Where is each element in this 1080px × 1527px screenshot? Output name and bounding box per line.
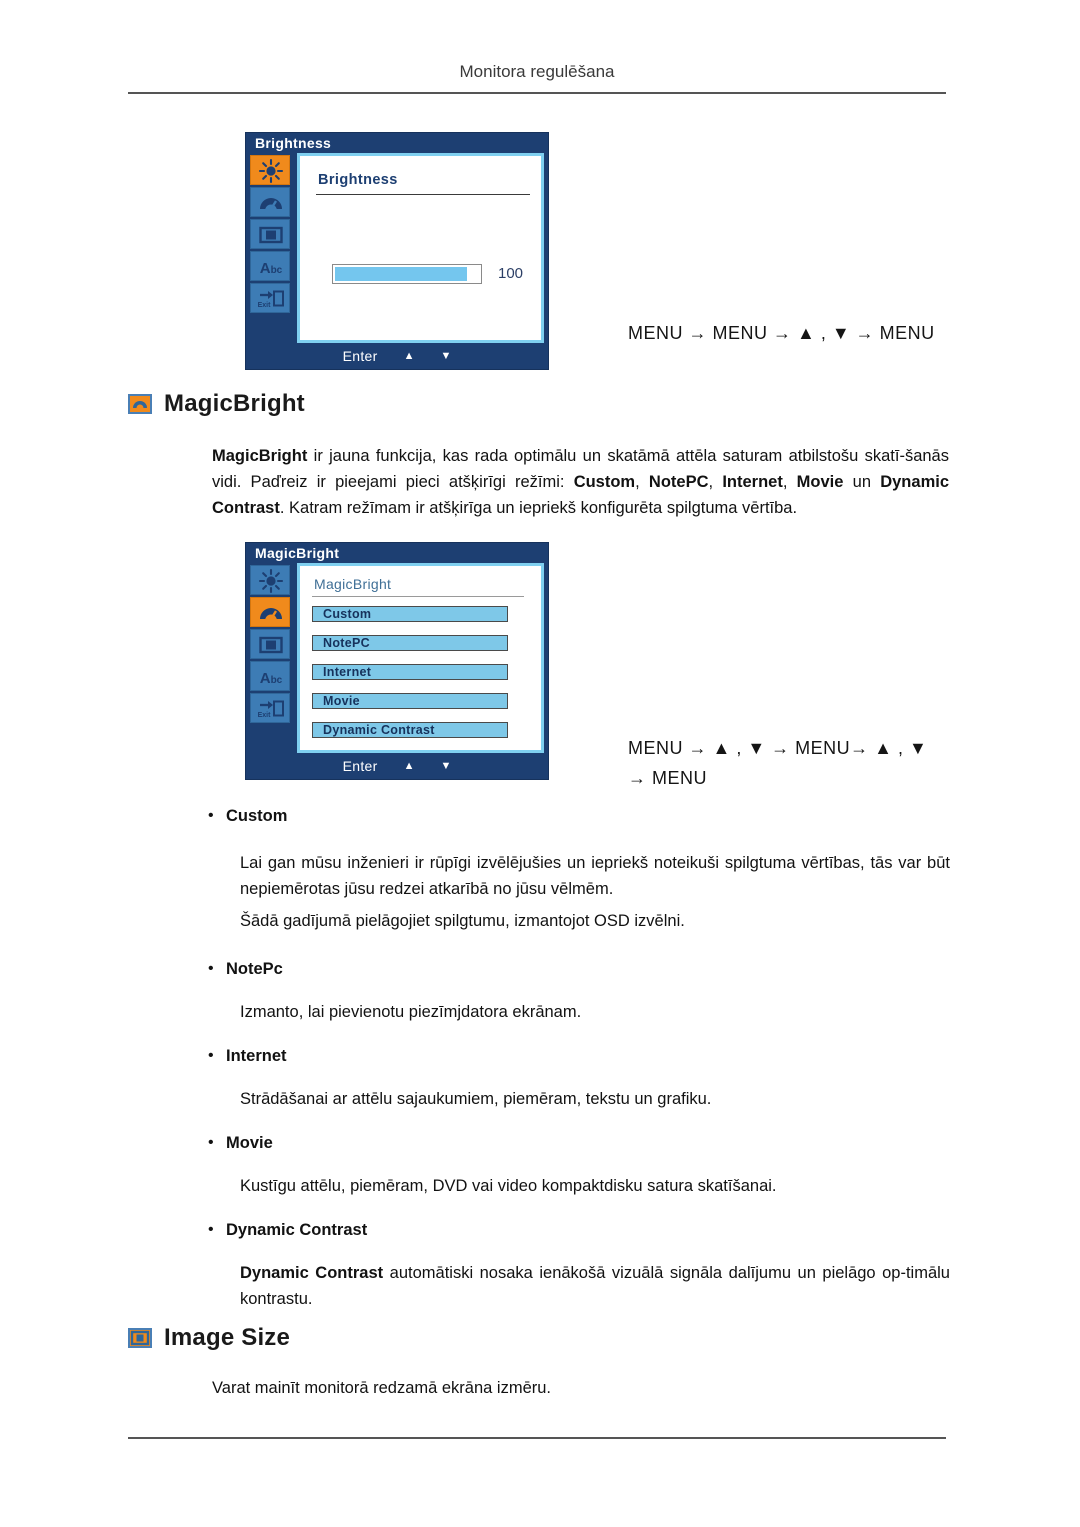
bullet-icon: • — [208, 960, 214, 977]
image-size-heading: Image Size — [128, 1324, 290, 1352]
brightness-icon[interactable] — [250, 155, 290, 185]
label-underline — [316, 194, 530, 195]
notepc-paragraph: Izmanto, lai pievienotu piezīmjdatora ek… — [240, 1003, 582, 1021]
up-arrow-icon[interactable]: ▲ — [404, 760, 415, 772]
bullet-notepc: • NotePc — [208, 958, 283, 980]
bullet-movie: • Movie — [208, 1132, 273, 1154]
internet-paragraph: Strādāšanai ar attēlu sajaukumiem, piemē… — [240, 1090, 712, 1108]
down-arrow-icon[interactable]: ▼ — [440, 760, 451, 772]
option-custom[interactable]: Custom — [312, 606, 508, 622]
osd-abc-icon[interactable]: Abc — [250, 251, 290, 281]
osd-footer: Enter ▲ ▼ — [246, 343, 548, 369]
image-size-heading-text: Image Size — [164, 1324, 291, 1351]
magicbright-osd-panel: MagicBright Abc Exit MagicBright Custom … — [245, 542, 549, 780]
osd-abc-icon[interactable]: Abc — [250, 661, 290, 691]
custom-paragraph-1: Lai gan mūsu inženieri ir rūpīgi izvēlēj… — [240, 854, 950, 898]
bullet-icon: • — [208, 807, 214, 824]
brightness-icon[interactable] — [250, 565, 290, 595]
image-size-heading-icon — [128, 1328, 152, 1348]
image-size-icon[interactable] — [250, 219, 290, 249]
osd-body: Abc Exit MagicBright Custom NotePC Inter… — [246, 563, 548, 753]
brightness-nav-keys: MENU → MENU → ▲ , ▼ → MENU — [628, 323, 935, 343]
page-header: Monitora regulēšana — [459, 62, 615, 81]
osd-title: MagicBright — [246, 543, 548, 563]
brightness-slider[interactable] — [332, 264, 482, 284]
magicbright-heading-icon — [128, 394, 152, 414]
dynamic-contrast-paragraph: Dynamic Contrast automātiski nosaka ienā… — [240, 1264, 950, 1308]
bullet-icon: • — [208, 1134, 214, 1151]
brightness-osd-panel: Brightness Abc Exit Brightness 100 Enter… — [245, 132, 549, 370]
svg-text:Abc: Abc — [260, 670, 283, 687]
svg-text:Exit: Exit — [258, 712, 272, 719]
image-size-icon[interactable] — [250, 629, 290, 659]
image-size-paragraph: Varat mainīt monitorā redzamā ekrāna izm… — [212, 1379, 551, 1397]
enter-key-label[interactable]: Enter — [343, 348, 378, 364]
magicbright-paragraph: MagicBright ir jauna funkcija, kas rada … — [212, 447, 949, 517]
magicbright-gauge-icon[interactable] — [250, 187, 290, 217]
osd-body: Abc Exit Brightness 100 — [246, 153, 548, 343]
bullet-label: Custom — [226, 807, 288, 825]
option-notepc[interactable]: NotePC — [312, 635, 508, 651]
svg-text:Exit: Exit — [258, 302, 272, 309]
up-arrow-icon[interactable]: ▲ — [404, 350, 415, 362]
exit-icon[interactable]: Exit — [250, 283, 290, 313]
bullet-dynamic-contrast: • Dynamic Contrast — [208, 1219, 367, 1241]
bullet-icon: • — [208, 1047, 214, 1064]
osd-icon-rail: Abc Exit — [250, 563, 294, 753]
option-movie[interactable]: Movie — [312, 693, 508, 709]
exit-icon[interactable]: Exit — [250, 693, 290, 723]
movie-paragraph: Kustīgu attēlu, piemēram, DVD vai video … — [240, 1177, 777, 1195]
osd-screen: MagicBright Custom NotePC Internet Movie… — [297, 563, 544, 753]
header-rule — [128, 92, 946, 94]
custom-paragraph-2: Šādā gadījumā pielāgojiet spilgtumu, izm… — [240, 912, 685, 930]
brightness-slider-fill — [335, 267, 468, 281]
enter-key-label[interactable]: Enter — [343, 758, 378, 774]
bullet-label: NotePc — [226, 960, 283, 978]
bullet-internet: • Internet — [208, 1045, 287, 1067]
bullet-label: Internet — [226, 1047, 287, 1065]
footer-rule — [128, 1437, 946, 1439]
bullet-label: Dynamic Contrast — [226, 1221, 368, 1239]
osd-footer: Enter ▲ ▼ — [246, 753, 548, 779]
bullet-label: Movie — [226, 1134, 273, 1152]
brightness-value: 100 — [498, 265, 524, 282]
osd-screen: Brightness 100 — [297, 153, 544, 343]
magicbright-nav-keys: MENU → ▲ , ▼ → MENU→ ▲ , ▼ → MENU — [628, 738, 928, 788]
osd-title: Brightness — [246, 133, 548, 153]
bullet-custom: • Custom — [208, 805, 287, 827]
svg-text:Abc: Abc — [260, 260, 283, 277]
option-internet[interactable]: Internet — [312, 664, 508, 680]
brightness-screen-label: Brightness — [318, 172, 398, 188]
down-arrow-icon[interactable]: ▼ — [440, 350, 451, 362]
magicbright-heading: MagicBright — [128, 390, 305, 418]
bullet-icon: • — [208, 1221, 214, 1238]
magicbright-gauge-icon[interactable] — [250, 597, 290, 627]
option-dynamic-contrast[interactable]: Dynamic Contrast — [312, 722, 508, 738]
label-underline — [312, 596, 524, 597]
magicbright-screen-label: MagicBright — [314, 576, 392, 592]
magicbright-heading-text: MagicBright — [164, 390, 305, 417]
osd-icon-rail: Abc Exit — [250, 153, 294, 343]
